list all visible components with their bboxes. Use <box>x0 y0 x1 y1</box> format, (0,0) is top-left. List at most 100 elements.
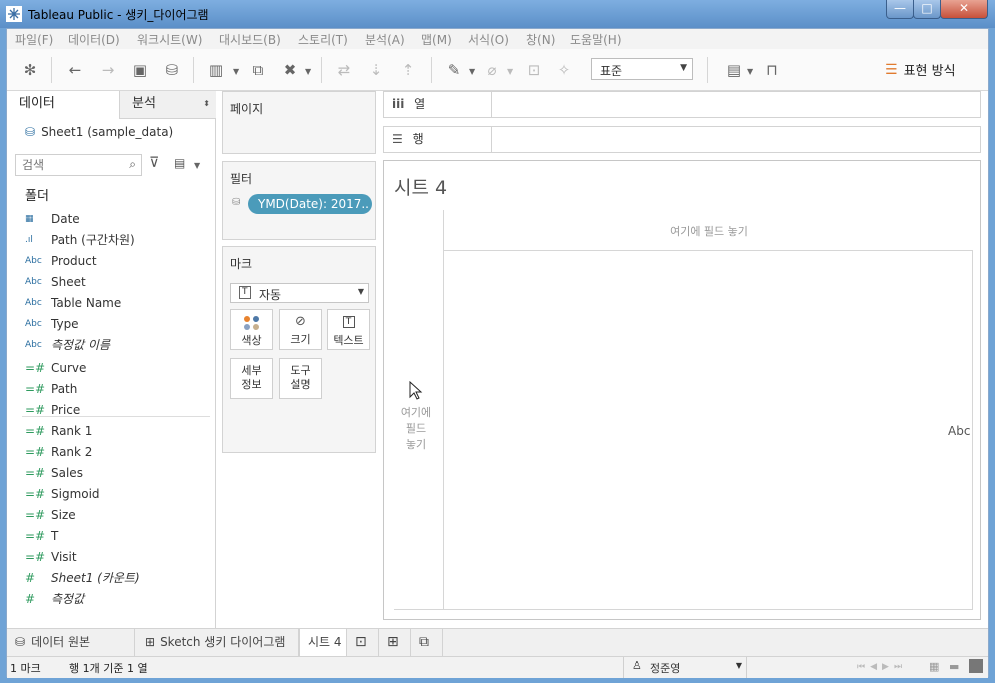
field-dimension[interactable]: Abc Sheet <box>25 271 86 292</box>
presentation-mode-icon[interactable]: ⊓ <box>761 59 783 81</box>
swap-rows-columns-icon[interactable]: ⇄ <box>333 59 355 81</box>
tab-data[interactable]: 데이터 <box>7 91 119 119</box>
field-name: Sigmoid <box>51 486 100 501</box>
filter-pill[interactable]: YMD(Date): 2017.. <box>248 194 372 214</box>
search-field[interactable]: ⌕ <box>15 154 142 176</box>
window-title: Tableau Public - 생키_다이어그램 <box>28 8 209 22</box>
field-dimension[interactable]: Abc Product <box>25 250 97 271</box>
chevron-down-icon[interactable]: ▼ <box>747 67 753 76</box>
measure-hash-icon: =# <box>25 486 46 501</box>
sort-ascending-icon[interactable]: ⇣ <box>365 59 387 81</box>
search-input[interactable] <box>16 155 116 175</box>
mark-type-select[interactable]: T 자동 ▼ <box>230 283 369 303</box>
measure-hash-icon: =# <box>25 465 46 480</box>
group-members-icon[interactable]: ⌀ <box>481 59 503 81</box>
duplicate-sheet-icon[interactable]: ⧉ <box>247 59 269 81</box>
pages-shelf[interactable]: 페이지 <box>222 91 376 154</box>
field-dimension[interactable]: Abc Type <box>25 313 79 334</box>
tooltip-button[interactable]: 도구 설명 <box>279 358 322 399</box>
menu-file[interactable]: 파일(F) <box>15 31 53 48</box>
field-measure[interactable]: # 측정값 <box>25 588 84 609</box>
tab-sketch-sankey[interactable]: ⊞ Sketch 생키 다이어그램 <box>137 629 299 656</box>
menu-analysis[interactable]: 분석(A) <box>365 31 405 48</box>
field-measure[interactable]: =# Curve <box>25 357 86 378</box>
menu-map[interactable]: 맵(M) <box>421 31 452 48</box>
minimize-button[interactable]: — <box>886 0 914 19</box>
menu-worksheet[interactable]: 워크시트(W) <box>137 31 202 48</box>
show-me-button[interactable]: ☰ 표현 방식 <box>885 60 956 80</box>
drop-field-columns[interactable]: 여기에 필드 놓기 <box>444 223 974 239</box>
close-button[interactable]: ✕ <box>940 0 988 19</box>
filters-shelf[interactable]: 필터 ⛁ YMD(Date): 2017.. <box>222 161 376 240</box>
detail-button[interactable]: 세부 정보 <box>230 358 273 399</box>
sort-descending-icon[interactable]: ⇡ <box>397 59 419 81</box>
undo-icon[interactable]: ← <box>64 59 86 81</box>
tab-sheet-4[interactable]: 시트 4 <box>299 629 347 656</box>
filmstrip-view-icon[interactable]: ▬ <box>949 660 959 673</box>
chevron-down-icon[interactable]: ▼ <box>305 67 311 76</box>
pin-axes-icon[interactable]: ✧ <box>553 59 575 81</box>
field-measure[interactable]: =# Sales <box>25 462 83 483</box>
menu-dashboard[interactable]: 대시보드(B) <box>219 31 281 48</box>
rows-shelf[interactable]: ☰ 행 <box>383 126 981 153</box>
field-measure[interactable]: # Sheet1 (카운트) <box>25 567 140 588</box>
clear-sheet-icon[interactable]: ✖ <box>279 59 301 81</box>
grid-view-icon[interactable]: ▦ <box>929 660 939 673</box>
field-measure[interactable]: =# Price <box>25 399 80 420</box>
save-icon[interactable]: ▣ <box>129 59 151 81</box>
field-measure[interactable]: =# Rank 2 <box>25 441 92 462</box>
field-measure[interactable]: =# T <box>25 525 58 546</box>
tab-datasource[interactable]: ⛁ 데이터 원본 <box>7 629 135 656</box>
field-measure[interactable]: =# Path <box>25 378 77 399</box>
menu-window[interactable]: 창(N) <box>526 31 555 48</box>
columns-shelf[interactable]: iii 열 <box>383 91 981 118</box>
tab-view-icon[interactable] <box>969 659 983 673</box>
text-label-button[interactable]: T 텍스트 <box>327 309 370 350</box>
worksheet-view[interactable]: 시트 4 여기에 필드 놓기 여기에 필드 놓기 Abc <box>383 160 981 620</box>
chevron-down-icon[interactable]: ▼ <box>469 67 475 76</box>
datasource-item[interactable]: ⛁ Sheet1 (sample_data) <box>25 125 173 139</box>
abc-text-mark[interactable]: Abc <box>948 424 970 438</box>
new-dashboard-tab-icon[interactable]: ⊞ <box>379 629 411 656</box>
sheet-title[interactable]: 시트 4 <box>394 173 447 200</box>
user-menu[interactable]: ♙ 정준영 ▼ <box>623 657 747 678</box>
pages-title: 페이지 <box>230 102 264 116</box>
view-list-icon[interactable]: ▤ <box>174 156 185 170</box>
field-measure[interactable]: =# Rank 1 <box>25 420 92 441</box>
menu-help[interactable]: 도움말(H) <box>570 31 622 48</box>
maximize-button[interactable]: □ <box>913 0 941 19</box>
redo-icon[interactable]: → <box>97 59 119 81</box>
chevron-down-icon[interactable]: ▼ <box>507 67 513 76</box>
fit-select[interactable]: 표준 ▼ <box>591 58 693 80</box>
chevron-down-icon[interactable]: ▼ <box>233 67 239 76</box>
tab-analysis[interactable]: 분석 ⬍ <box>119 91 216 119</box>
field-dimension[interactable]: Abc 측정값 이름 <box>25 334 110 355</box>
field-dimension[interactable]: ▦ Date <box>25 208 80 229</box>
new-datasource-icon[interactable]: ⛁ <box>161 59 183 81</box>
color-button[interactable]: 색상 <box>230 309 273 350</box>
field-measure[interactable]: =# Visit <box>25 546 77 567</box>
field-measure[interactable]: =# Size <box>25 504 76 525</box>
show-mark-labels-icon[interactable]: ⊡ <box>523 59 545 81</box>
field-measure[interactable]: =# Sigmoid <box>25 483 100 504</box>
new-worksheet-icon[interactable]: ▥ <box>205 59 227 81</box>
filter-icon[interactable]: ⊽ <box>149 155 159 171</box>
field-dimension[interactable]: Abc Table Name <box>25 292 121 313</box>
size-button[interactable]: ⊘ 크기 <box>279 309 322 350</box>
new-worksheet-tab-icon[interactable]: ⊡ <box>347 629 379 656</box>
tableau-start-icon[interactable]: ✻ <box>19 59 41 81</box>
new-story-tab-icon[interactable]: ⧉ <box>411 629 443 656</box>
menu-format[interactable]: 서식(O) <box>468 31 509 48</box>
field-name: Path <box>51 381 78 396</box>
measure-hash-icon: =# <box>25 423 46 438</box>
menu-story[interactable]: 스토리(T) <box>298 31 348 48</box>
field-dimension[interactable]: .ıl Path (구간차원) <box>25 229 135 250</box>
chevron-down-icon[interactable]: ▼ <box>194 161 200 170</box>
sheet-navigation-arrows[interactable]: ⏮◀▶⏭ <box>857 662 907 672</box>
mouse-cursor-icon <box>409 381 423 400</box>
rows-label: 행 <box>412 132 424 146</box>
drop-field-rows[interactable]: 여기에 필드 놓기 <box>394 405 438 453</box>
show-cards-icon[interactable]: ▤ <box>723 59 745 81</box>
highlight-icon[interactable]: ✎ <box>443 59 465 81</box>
menu-data[interactable]: 데이터(D) <box>68 31 120 48</box>
